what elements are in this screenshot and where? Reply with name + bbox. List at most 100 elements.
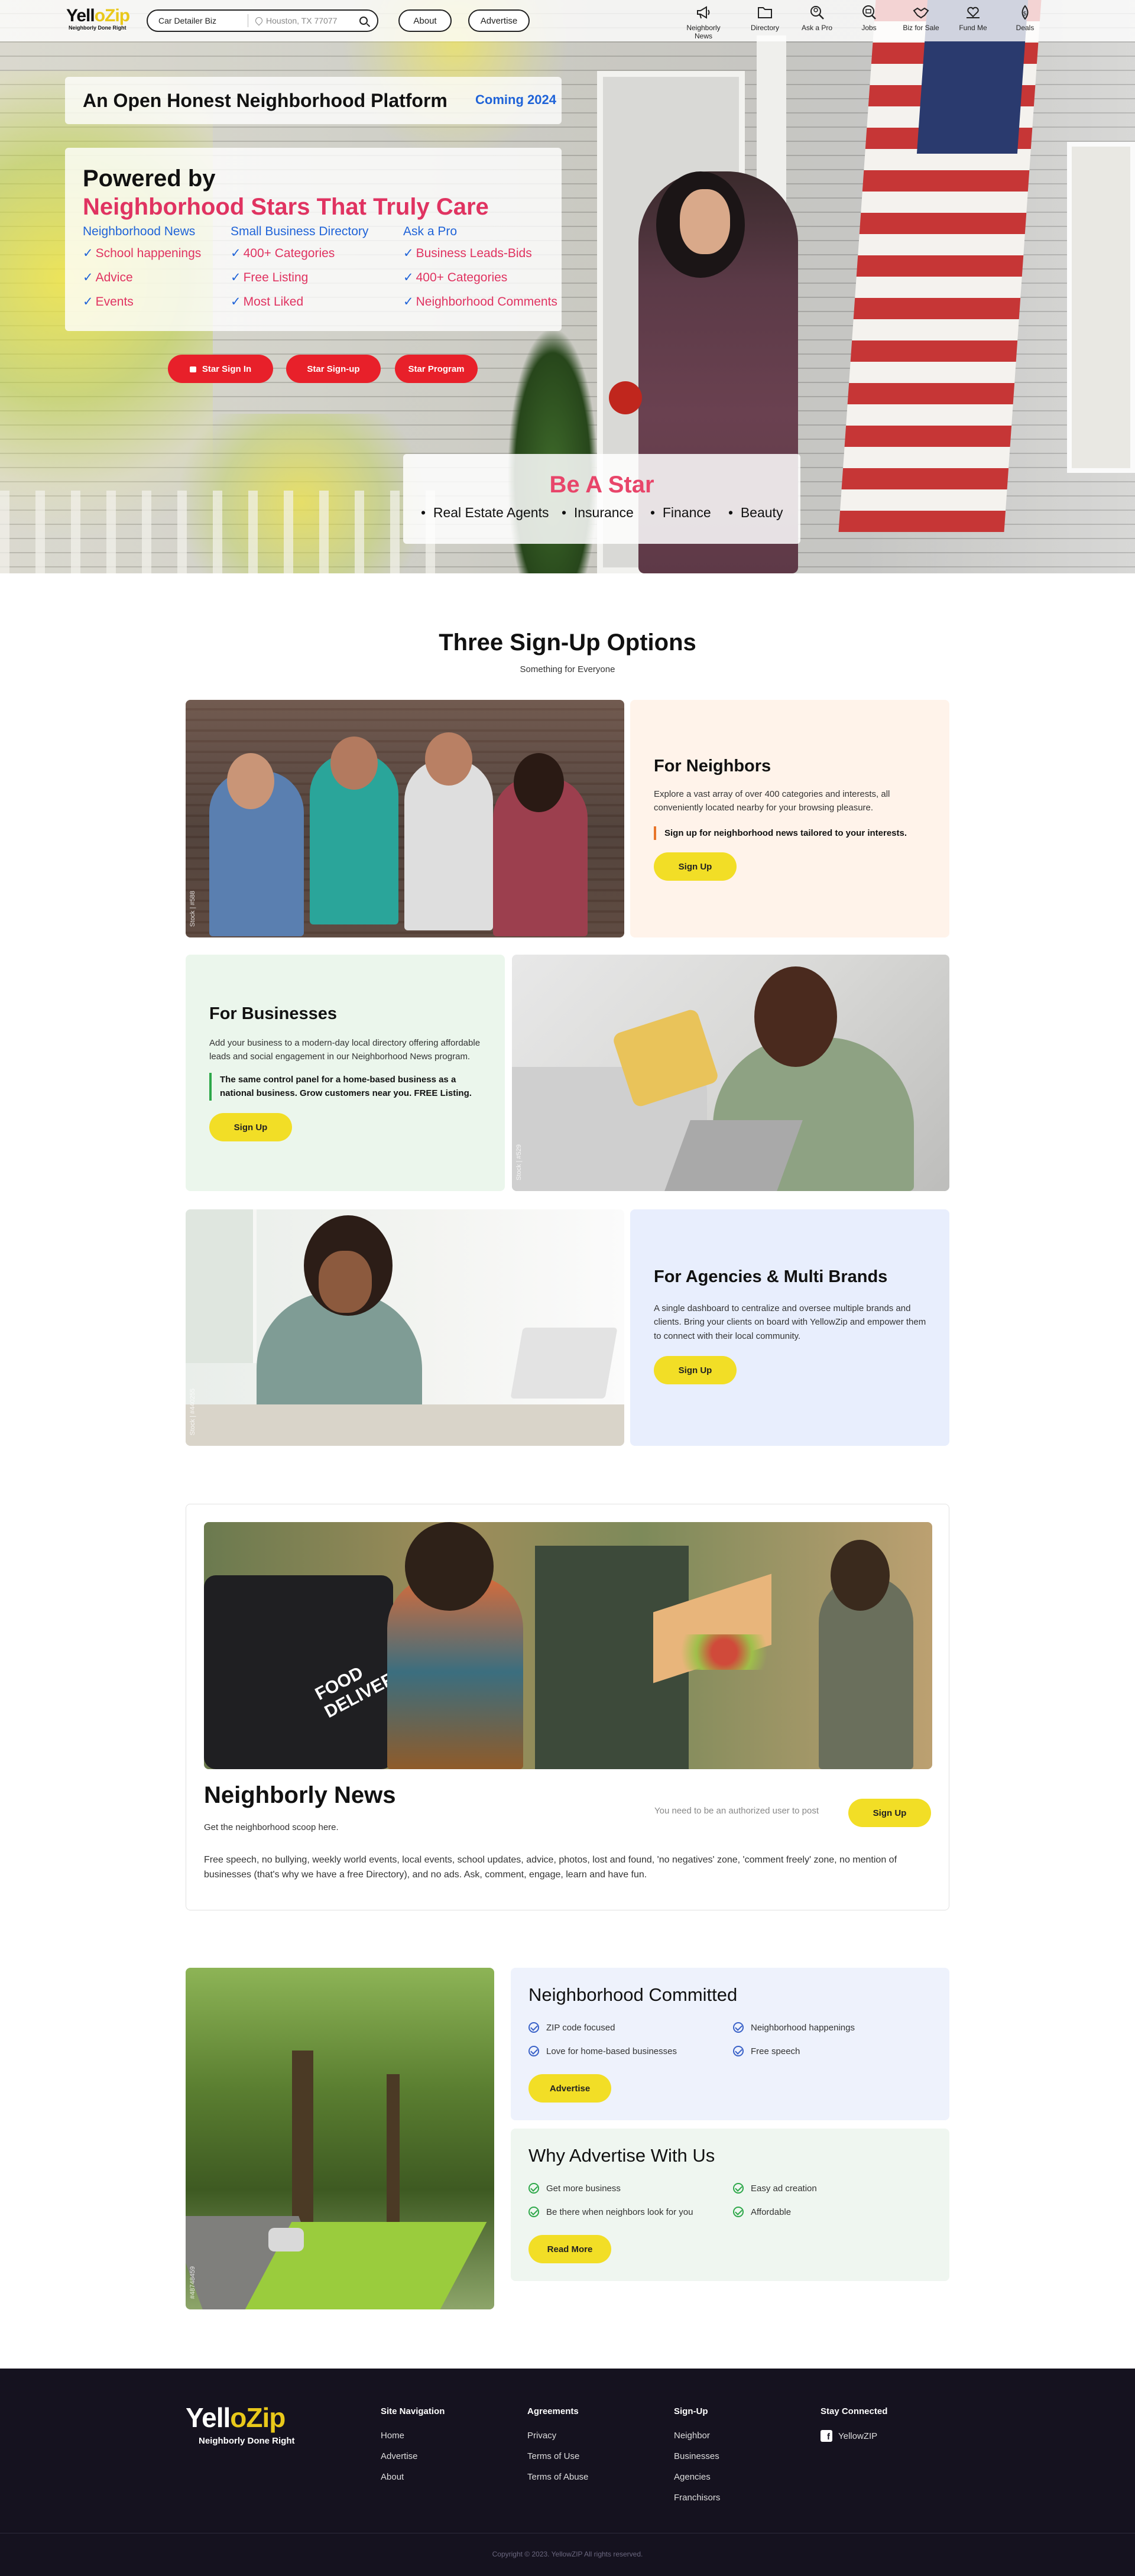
businesses-card: For Businesses Add your business to a mo… bbox=[186, 955, 505, 1191]
committed-item: Love for home-based businesses bbox=[528, 2046, 677, 2056]
footer-tagline: Neighborly Done Right bbox=[199, 2436, 295, 2446]
advertise-button[interactable]: Advertise bbox=[468, 9, 530, 32]
heart-hand-icon bbox=[967, 7, 980, 18]
house-rail bbox=[0, 491, 461, 573]
top-header: YelloZip Neighborly Done Right Car Detai… bbox=[0, 0, 1135, 41]
card-desc: A single dashboard to centralize and ove… bbox=[654, 1303, 926, 1341]
nav-neighborly-news[interactable]: Neighborly News bbox=[679, 5, 728, 40]
card-desc: Explore a vast array of over 400 categor… bbox=[654, 789, 890, 813]
businesses-sign-up-button[interactable]: Sign Up bbox=[209, 1113, 292, 1141]
check-icon: ✓ bbox=[403, 246, 414, 260]
stock-label: Stock | #588 bbox=[189, 891, 196, 927]
advertise-cta-button[interactable]: Advertise bbox=[528, 2074, 611, 2103]
search-bar[interactable]: Car Detailer Biz Houston, TX 77077 bbox=[147, 9, 378, 32]
card-title: For Agencies & Multi Brands bbox=[654, 1267, 888, 1286]
neighbors-card: For Neighbors Explore a vast array of ov… bbox=[630, 700, 949, 937]
footer-link-terms-abuse[interactable]: Terms of Abuse bbox=[527, 2472, 588, 2482]
businesses-photo: Stock | #529 bbox=[512, 955, 949, 1191]
location-pin-icon bbox=[254, 15, 264, 26]
agencies-card: For Agencies & Multi Brands A single das… bbox=[630, 1209, 949, 1446]
footer-heading: Stay Connected bbox=[821, 2406, 888, 2416]
footer-heading: Sign-Up bbox=[674, 2406, 708, 2416]
hero-col-item: ✓ Business Leads-Bids bbox=[403, 246, 532, 260]
news-sign-up-button[interactable]: Sign Up bbox=[848, 1799, 931, 1827]
footer-link-advertise[interactable]: Advertise bbox=[381, 2451, 418, 2461]
footer-link-franchisors[interactable]: Franchisors bbox=[674, 2493, 720, 2503]
why-item: Affordable bbox=[733, 2207, 791, 2217]
footer-link-terms-use[interactable]: Terms of Use bbox=[527, 2451, 579, 2461]
footer-link-neighbor[interactable]: Neighbor bbox=[674, 2431, 710, 2441]
nav-fund-me[interactable]: Fund Me bbox=[948, 5, 998, 32]
check-icon: ✓ bbox=[83, 271, 93, 284]
check-circle-icon bbox=[528, 2022, 539, 2033]
neighborly-news-card: FOOD DELIVERY Neighborly News Get the nei… bbox=[186, 1504, 949, 1910]
facebook-icon: f bbox=[821, 2430, 832, 2442]
hero-col-news: Neighborhood News ✓ School happenings ✓ Ad… bbox=[83, 225, 201, 319]
be-a-star-title: Be A Star bbox=[549, 472, 654, 498]
nav-jobs[interactable]: Jobs bbox=[844, 5, 894, 32]
footer-link-facebook[interactable]: f YellowZIP bbox=[821, 2430, 877, 2442]
red-mailbox bbox=[609, 381, 642, 414]
hero-col-item: ✓ 400+ Categories bbox=[231, 246, 335, 260]
footer-link-businesses[interactable]: Businesses bbox=[674, 2451, 719, 2461]
stock-label: Stock | #440255 bbox=[189, 1388, 196, 1435]
site-logo[interactable]: YelloZip Neighborly Done Right bbox=[66, 6, 137, 35]
nav-ask-a-pro[interactable]: Ask a Pro bbox=[792, 5, 842, 32]
svg-text:$: $ bbox=[1023, 11, 1027, 17]
hero-col-heading[interactable]: Neighborhood News bbox=[83, 225, 201, 239]
read-more-button[interactable]: Read More bbox=[528, 2235, 611, 2263]
footer-logo[interactable]: YelloZip Neighborly Done Right bbox=[186, 2402, 316, 2446]
news-photo: FOOD DELIVERY bbox=[204, 1522, 932, 1769]
check-icon: ✓ bbox=[231, 295, 241, 309]
hero-col-item: ✓ 400+ Categories bbox=[403, 271, 508, 284]
star-sign-in-button[interactable]: Star Sign In bbox=[168, 355, 273, 383]
hero-col-heading[interactable]: Small Business Directory bbox=[231, 225, 368, 239]
hero-col-item: ✓ Most Liked bbox=[231, 295, 304, 309]
auth-notice: You need to be an authorized user to pos… bbox=[654, 1806, 819, 1816]
check-circle-icon bbox=[733, 2183, 744, 2194]
agencies-sign-up-button[interactable]: Sign Up bbox=[654, 1356, 737, 1384]
stars-line: Neighborhood Stars That Truly Care bbox=[83, 194, 489, 220]
star-sign-up-button[interactable]: Star Sign-up bbox=[286, 355, 381, 383]
nav-biz-for-sale[interactable]: Biz for Sale bbox=[896, 5, 946, 32]
card-title: For Businesses bbox=[209, 1004, 337, 1023]
footer-link-agencies[interactable]: Agencies bbox=[674, 2472, 711, 2482]
check-icon: ✓ bbox=[231, 246, 241, 260]
star-category: • Real Estate Agents bbox=[421, 505, 549, 520]
check-circle-icon bbox=[733, 2046, 744, 2056]
why-advertise-panel: Why Advertise With Us Get more business … bbox=[511, 2129, 949, 2281]
check-circle-icon bbox=[733, 2207, 744, 2217]
be-a-star-card: Be A Star • Real Estate Agents • Insuran… bbox=[403, 454, 800, 544]
footer-link-home[interactable]: Home bbox=[381, 2431, 404, 2441]
search-input[interactable]: Car Detailer Biz bbox=[148, 14, 248, 27]
hero-col-askpro: Ask a Pro ✓ Business Leads-Bids ✓ 400+ Cat… bbox=[403, 225, 557, 319]
about-button[interactable]: About bbox=[398, 9, 452, 32]
handshake-icon bbox=[913, 7, 929, 19]
nav-directory[interactable]: Directory bbox=[740, 5, 790, 32]
committed-item: ZIP code focused bbox=[528, 2022, 615, 2033]
search-icon[interactable] bbox=[359, 17, 368, 25]
committed-title: Neighborhood Committed bbox=[528, 1984, 738, 2005]
copyright: Copyright © 2023. YellowZIP All rights r… bbox=[492, 2550, 643, 2558]
hero-col-item: ✓ Events bbox=[83, 295, 134, 309]
check-icon: ✓ bbox=[231, 271, 241, 284]
check-circle-icon bbox=[528, 2046, 539, 2056]
platform-banner: An Open Honest Neighborhood Platform Com… bbox=[65, 77, 562, 124]
committed-panel: Neighborhood Committed ZIP code focused … bbox=[511, 1968, 949, 2120]
signup-title: Three Sign-Up Options bbox=[439, 630, 696, 656]
star-program-button[interactable]: Star Program bbox=[395, 355, 478, 383]
footer-link-privacy[interactable]: Privacy bbox=[527, 2431, 556, 2441]
face bbox=[680, 189, 730, 254]
committed-item: Free speech bbox=[733, 2046, 800, 2056]
hero-col-item: ✓ Neighborhood Comments bbox=[403, 295, 557, 309]
location-input[interactable]: Houston, TX 77077 bbox=[248, 14, 359, 27]
check-icon: ✓ bbox=[403, 271, 414, 284]
footer-link-about[interactable]: About bbox=[381, 2472, 404, 2482]
hero-col-heading[interactable]: Ask a Pro bbox=[403, 225, 557, 239]
neighbors-sign-up-button[interactable]: Sign Up bbox=[654, 852, 737, 881]
coming-badge: Coming 2024 bbox=[475, 92, 556, 107]
news-title: Neighborly News bbox=[204, 1782, 396, 1808]
nav-deals[interactable]: $ Deals bbox=[1000, 5, 1050, 32]
check-circle-icon bbox=[733, 2022, 744, 2033]
dollar-drop-icon: $ bbox=[1022, 5, 1029, 20]
